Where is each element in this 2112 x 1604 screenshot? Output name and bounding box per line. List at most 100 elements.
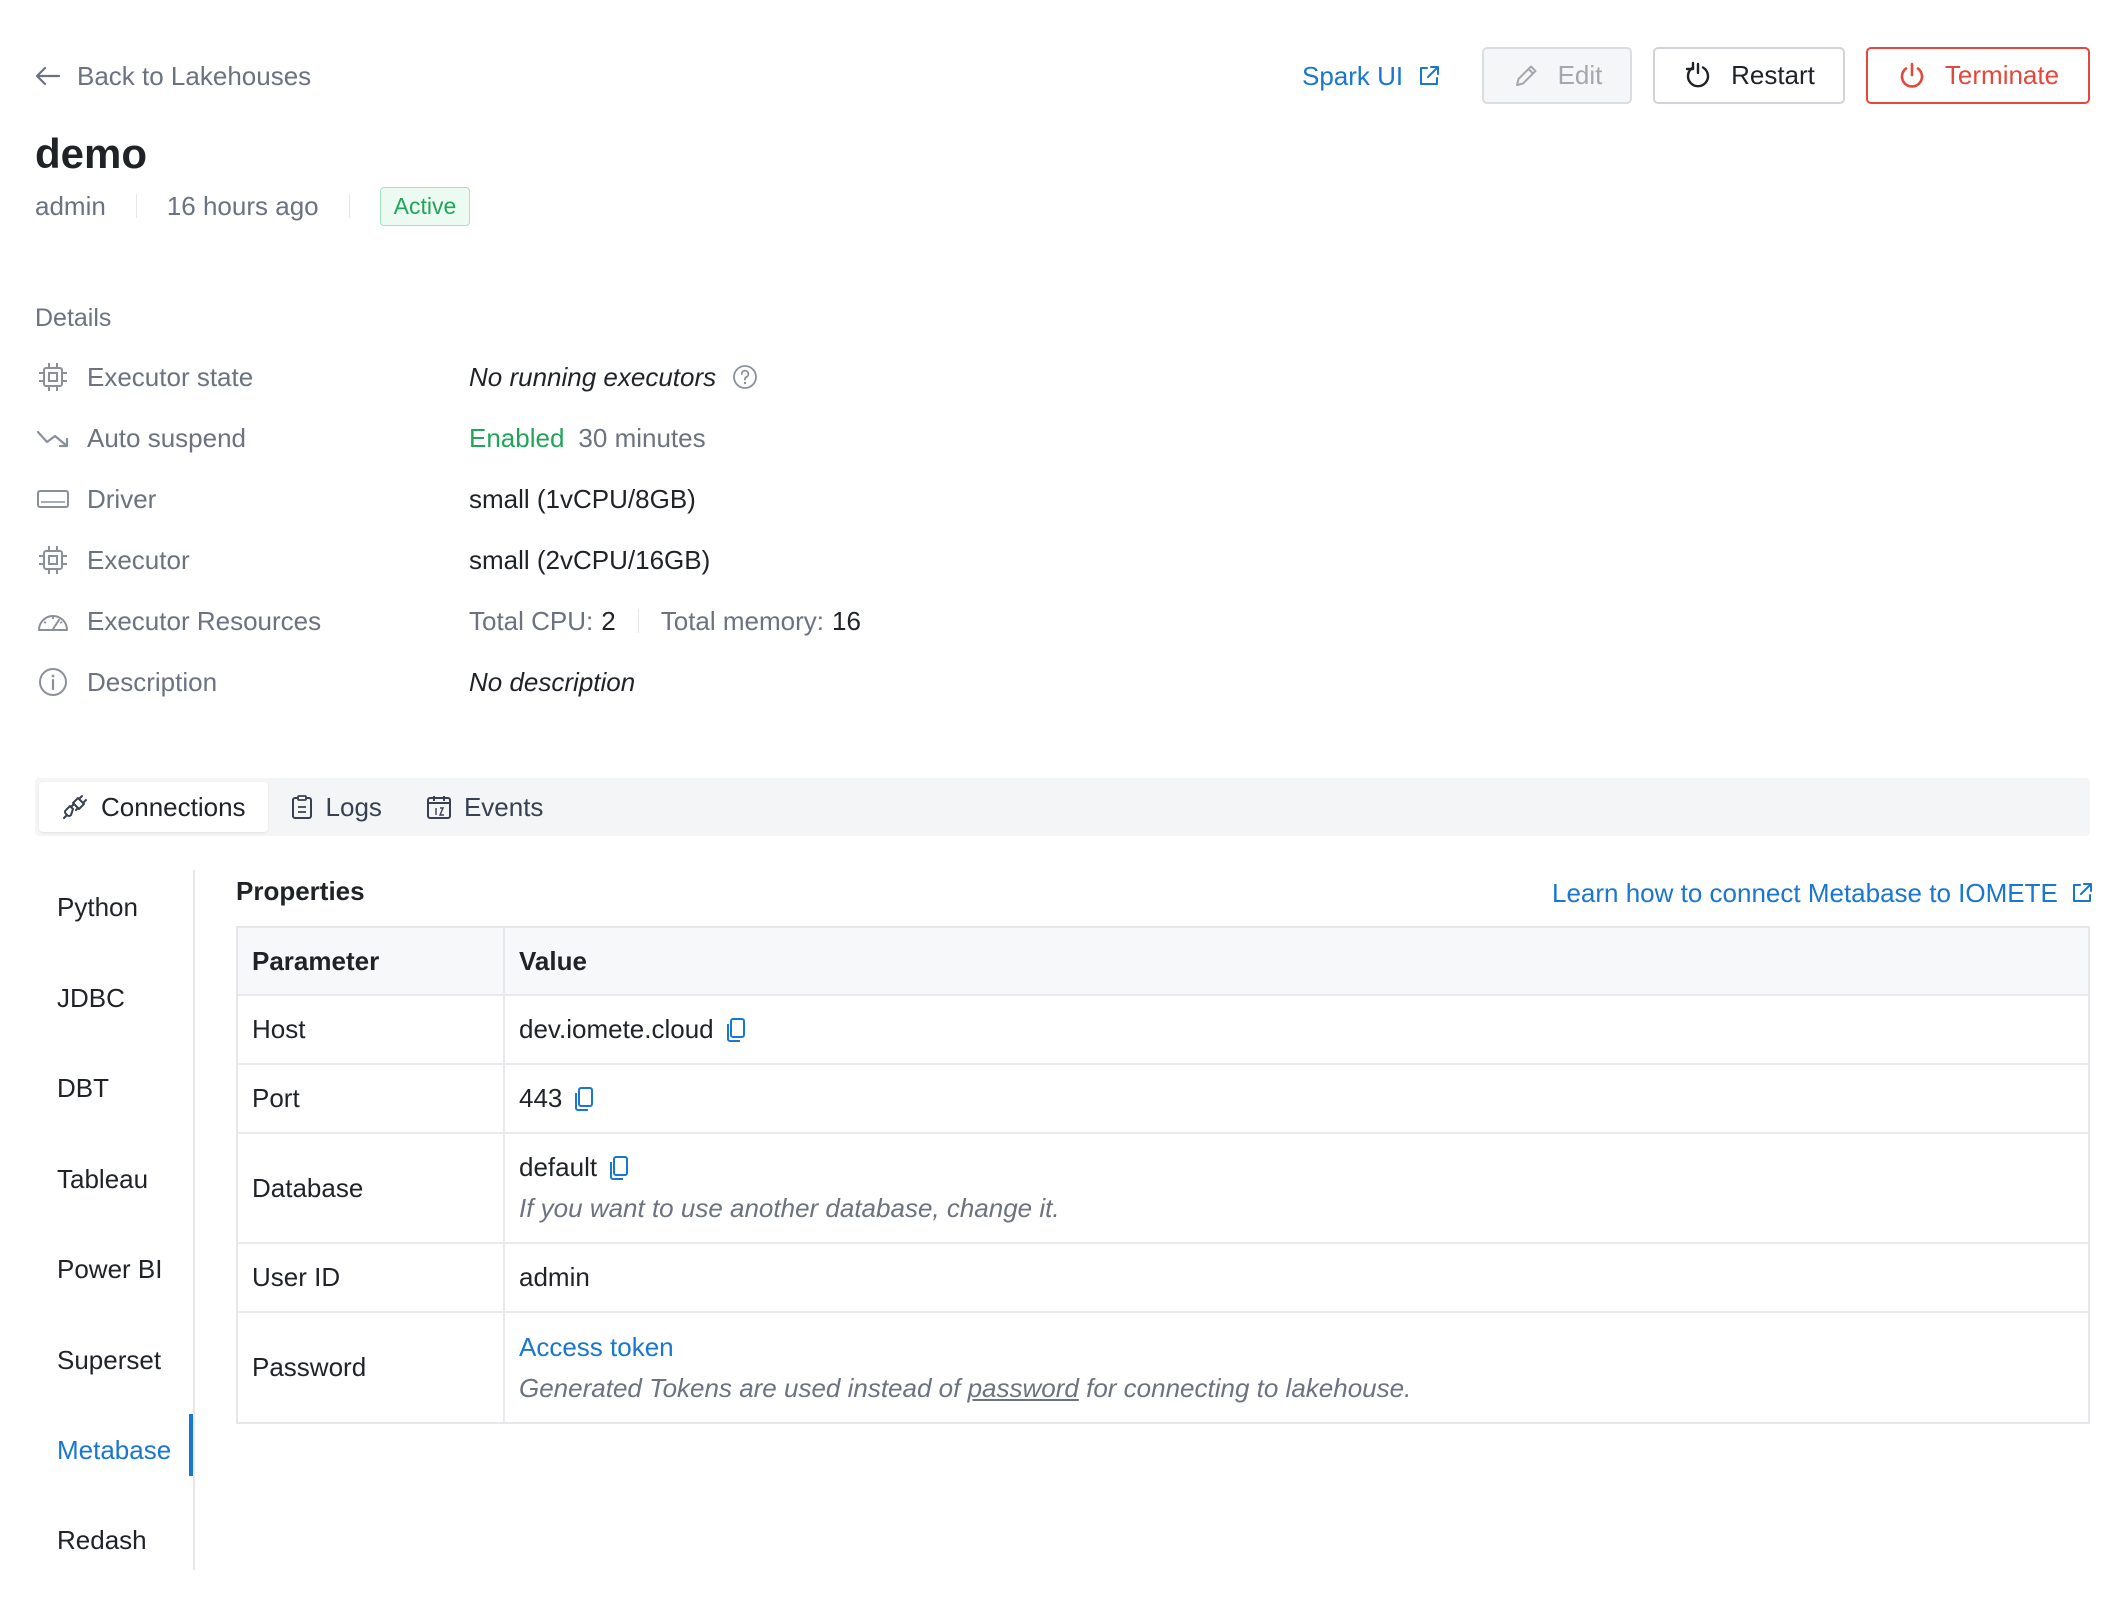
- column-header-value: Value: [519, 945, 587, 976]
- lakehouse-meta: admin 16 hours ago Active: [35, 186, 471, 226]
- executor-resources-row: Executor Resources Total CPU: 2 Total me…: [35, 603, 1435, 639]
- value-cell: default If you want to use another datab…: [505, 1134, 2088, 1242]
- auto-suspend-status: Enabled: [469, 422, 565, 453]
- value-cell: admin: [505, 1244, 2088, 1311]
- nav-item-power-bi[interactable]: Power BI: [57, 1254, 163, 1285]
- learn-link-label: Learn how to connect Metabase to IOMETE: [1552, 877, 2058, 908]
- table-row: Database default If you want to use anot…: [238, 1134, 2088, 1244]
- param-database: Database: [238, 1134, 505, 1242]
- description-row: Description No description: [35, 664, 1435, 700]
- param-user-id: User ID: [238, 1244, 505, 1311]
- owner-label: admin: [35, 190, 106, 221]
- executor-value: small (2vCPU/16GB): [469, 544, 711, 575]
- status-badge: Active: [379, 186, 471, 226]
- param-host: Host: [238, 996, 505, 1063]
- properties-table: Parameter Value Host dev.iomete.cloud Po…: [236, 926, 2090, 1424]
- help-circle-icon[interactable]: [732, 364, 758, 390]
- tab-logs-label: Logs: [325, 791, 382, 822]
- external-link-icon: [2070, 881, 2094, 905]
- copy-icon[interactable]: [726, 1017, 746, 1043]
- info-circle-icon: [35, 664, 71, 700]
- access-token-link[interactable]: Access token: [519, 1332, 2074, 1363]
- description-value: No description: [469, 666, 636, 697]
- value-line: dev.iomete.cloud: [519, 1014, 2074, 1045]
- trending-down-icon: [35, 420, 71, 456]
- executor-resources-label: Executor Resources: [87, 605, 322, 636]
- properties-heading: Properties: [236, 876, 365, 906]
- plug-icon: [61, 793, 89, 821]
- driver-label: Driver: [87, 483, 157, 514]
- pencil-icon: [1512, 62, 1540, 90]
- param-port: Port: [238, 1065, 505, 1132]
- clipboard-icon: [290, 794, 314, 820]
- host-value: dev.iomete.cloud: [519, 1014, 714, 1044]
- executor-label: Executor: [87, 544, 190, 575]
- column-header-parameter: Parameter: [238, 928, 505, 994]
- power-icon: [1897, 61, 1927, 91]
- edit-button[interactable]: Edit: [1482, 47, 1632, 104]
- tab-connections-label: Connections: [101, 791, 246, 822]
- table-row: Port 443: [238, 1065, 2088, 1134]
- nav-item-redash[interactable]: Redash: [57, 1525, 147, 1556]
- auto-suspend-label: Auto suspend: [87, 422, 247, 453]
- spark-ui-link[interactable]: Spark UI: [1302, 58, 1441, 94]
- restart-button[interactable]: Restart: [1653, 47, 1845, 104]
- password-hint-link[interactable]: password: [968, 1373, 1079, 1403]
- tab-connections[interactable]: Connections: [39, 782, 268, 832]
- back-to-lakehouses-link[interactable]: Back to Lakehouses: [35, 58, 311, 94]
- user-id-value: admin: [519, 1262, 590, 1292]
- executor-row: Executor small (2vCPU/16GB): [35, 542, 1435, 578]
- restart-label: Restart: [1731, 60, 1815, 90]
- tab-logs[interactable]: Logs: [268, 782, 404, 832]
- auto-suspend-value: Enabled 30 minutes: [469, 423, 706, 454]
- value-line: 443: [519, 1083, 2074, 1114]
- port-value: 443: [519, 1083, 563, 1113]
- description-label: Description: [87, 666, 218, 697]
- details-heading: Details: [35, 304, 112, 332]
- password-hint-before: Generated Tokens are used instead of: [519, 1372, 961, 1403]
- edit-label: Edit: [1557, 60, 1603, 90]
- copy-icon[interactable]: [609, 1155, 629, 1181]
- total-cpu-value: 2: [601, 605, 616, 636]
- executor-state-label: Executor state: [87, 361, 254, 392]
- nav-item-metabase[interactable]: Metabase: [57, 1435, 171, 1466]
- terminate-button[interactable]: Terminate: [1866, 47, 2090, 104]
- nav-item-tableau[interactable]: Tableau: [57, 1164, 148, 1195]
- hard-drive-icon: [35, 481, 71, 517]
- nav-item-jdbc[interactable]: JDBC: [57, 983, 125, 1014]
- connections-nav: Python JDBC DBT Tableau Power BI Superse…: [35, 870, 195, 1570]
- gauge-icon: [35, 603, 71, 639]
- password-hint: Generated Tokens are used instead of pas…: [519, 1373, 2074, 1404]
- executor-state-value: No running executors: [469, 361, 717, 392]
- external-link-icon: [1417, 64, 1441, 88]
- value-cell: 443: [505, 1065, 2088, 1132]
- learn-metabase-link[interactable]: Learn how to connect Metabase to IOMETE: [1552, 876, 2094, 910]
- detail-tabs: Connections Logs Events: [35, 778, 2090, 836]
- table-row: User ID admin: [238, 1244, 2088, 1313]
- value-cell: dev.iomete.cloud: [505, 996, 2088, 1063]
- divider: [637, 609, 639, 633]
- auto-suspend-duration: 30 minutes: [578, 422, 706, 453]
- table-row: Password Access token Generated Tokens a…: [238, 1313, 2088, 1422]
- restart-icon: [1683, 61, 1713, 91]
- terminate-label: Terminate: [1944, 60, 2060, 90]
- password-hint-after: for connecting to lakehouse.: [1086, 1372, 1412, 1403]
- page-title: demo: [35, 130, 148, 177]
- copy-icon[interactable]: [574, 1086, 594, 1112]
- active-nav-indicator: [189, 1414, 193, 1476]
- tab-events-label: Events: [463, 791, 544, 822]
- executor-state-row: Executor state No running executors: [35, 359, 1435, 395]
- nav-item-dbt[interactable]: DBT: [57, 1073, 109, 1104]
- cpu-chip-icon: [35, 359, 71, 395]
- arrow-left-icon: [35, 66, 61, 86]
- nav-item-python[interactable]: Python: [57, 892, 138, 923]
- nav-item-superset[interactable]: Superset: [57, 1345, 161, 1376]
- value-line: default: [519, 1152, 2074, 1183]
- database-value: default: [519, 1152, 598, 1182]
- calendar-icon: [426, 794, 452, 820]
- cpu-chip-icon: [35, 542, 71, 578]
- tab-events[interactable]: Events: [404, 782, 566, 832]
- param-password: Password: [238, 1313, 505, 1422]
- value-cell: Access token Generated Tokens are used i…: [505, 1313, 2088, 1422]
- back-label: Back to Lakehouses: [77, 60, 312, 91]
